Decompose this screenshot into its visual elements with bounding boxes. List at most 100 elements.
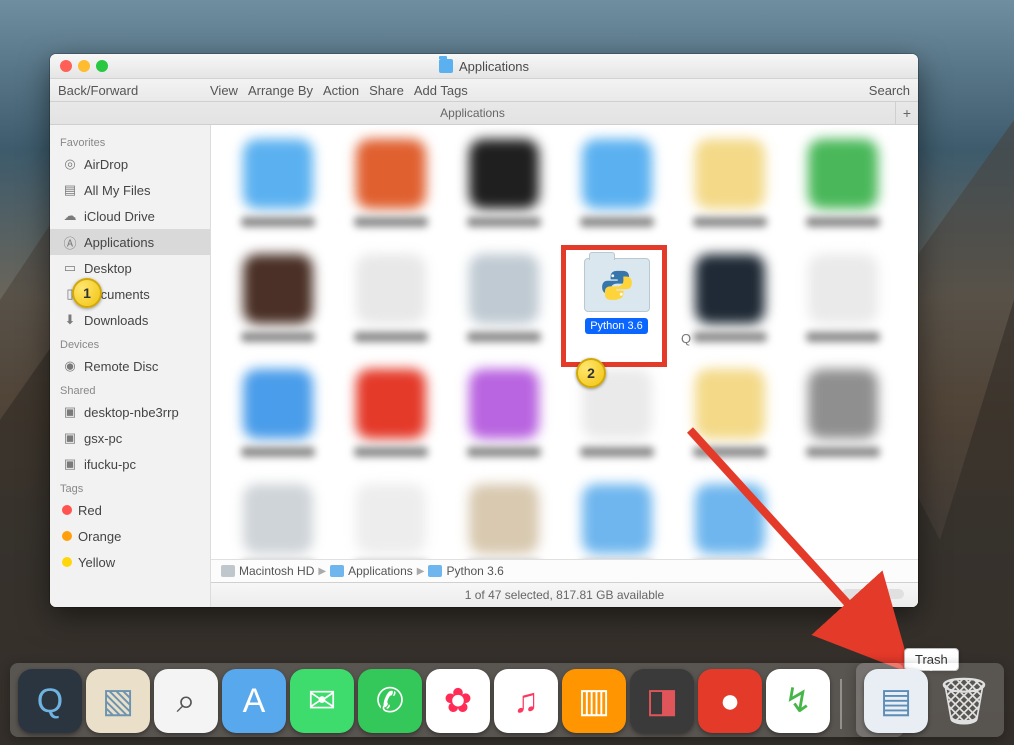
dock-item-photo-booth[interactable]: ◨ <box>630 669 694 733</box>
sidebar-item-applications[interactable]: ⒶApplications <box>50 229 210 255</box>
sidebar-header-devices: Devices <box>50 337 210 353</box>
blurred-app-icon <box>808 369 878 439</box>
blurred-app-icon <box>695 139 765 209</box>
path-segment[interactable]: Applications <box>348 564 413 578</box>
sidebar-item-remote-disc[interactable]: ◉Remote Disc <box>50 353 210 379</box>
blurred-app-label <box>241 217 315 227</box>
action-button[interactable]: Action <box>323 83 359 98</box>
app-item-blurred[interactable] <box>447 135 560 250</box>
app-item-blurred[interactable] <box>560 135 673 250</box>
sidebar-header-tags: Tags <box>50 481 210 497</box>
blurred-app-icon <box>243 484 313 554</box>
content-area: Python 3.6Q Macintosh HD ▶ Applications … <box>211 125 918 607</box>
app-item-blurred[interactable] <box>560 365 673 480</box>
app-item-blurred[interactable] <box>447 480 560 559</box>
path-segment[interactable]: Macintosh HD <box>239 564 314 578</box>
new-tab-button[interactable]: + <box>895 102 918 124</box>
view-button[interactable]: View <box>210 83 238 98</box>
add-tags-button[interactable]: Add Tags <box>414 83 468 98</box>
sidebar-item-icloud-drive[interactable]: ☁iCloud Drive <box>50 203 210 229</box>
zoom-knob[interactable] <box>860 586 878 604</box>
dock-item-facetime[interactable]: ✆ <box>358 669 422 733</box>
app-item-blurred[interactable] <box>560 480 673 559</box>
sidebar-item-desktop[interactable]: ▭Desktop <box>50 255 210 281</box>
dock-item-photos[interactable]: ✿ <box>426 669 490 733</box>
app-item-blurred[interactable] <box>334 480 447 559</box>
dock-item-ibooks[interactable]: ▥ <box>562 669 626 733</box>
blurred-app-label <box>806 332 880 342</box>
blurred-app-icon <box>356 254 426 324</box>
window-title-text: Applications <box>459 59 529 74</box>
sidebar-item-tag-yellow[interactable]: Yellow <box>50 549 210 575</box>
app-item-blurred[interactable] <box>673 135 786 250</box>
app-item-blurred[interactable] <box>673 365 786 480</box>
share-button[interactable]: Share <box>369 83 404 98</box>
app-item-blurred[interactable] <box>334 250 447 365</box>
tag-dot-icon <box>62 531 72 541</box>
disc-icon: ◉ <box>62 358 78 374</box>
path-segment[interactable]: Python 3.6 <box>446 564 503 578</box>
blurred-app-label <box>241 447 315 457</box>
pc-icon: ▣ <box>62 404 78 420</box>
dock-item-itunes[interactable]: ♫ <box>494 669 558 733</box>
back-forward-button[interactable]: Back/Forward <box>58 83 138 98</box>
app-item-blurred[interactable] <box>221 480 334 559</box>
sidebar-item-downloads[interactable]: ⬇Downloads <box>50 307 210 333</box>
sidebar-item-label: Yellow <box>78 555 115 570</box>
search-button[interactable]: Search <box>869 83 910 98</box>
app-item-blurred[interactable] <box>673 250 786 365</box>
sidebar-item-shared-pc[interactable]: ▣ifucku-pc <box>50 451 210 477</box>
dock-item-downloads-stack[interactable]: ▤ <box>864 669 928 733</box>
app-item-blurred[interactable] <box>334 365 447 480</box>
blurred-app-icon <box>356 369 426 439</box>
close-button[interactable] <box>60 60 72 72</box>
titlebar[interactable]: Applications <box>50 54 918 79</box>
dock-item-xcode[interactable]: A <box>222 669 286 733</box>
dock-item-screen-recorder[interactable]: ● <box>698 669 762 733</box>
sidebar-item-shared-pc[interactable]: ▣ desktop-nbe3rrp <box>50 399 210 425</box>
tab-applications[interactable]: Applications <box>50 106 895 120</box>
maximize-button[interactable] <box>96 60 108 72</box>
app-item-blurred[interactable] <box>221 135 334 250</box>
app-item-blurred[interactable] <box>221 365 334 480</box>
minimize-button[interactable] <box>78 60 90 72</box>
dock-separator <box>840 679 842 729</box>
blurred-app-icon <box>356 139 426 209</box>
dock-item-preview-pdf[interactable]: ⌕ <box>154 669 218 733</box>
app-item-blurred[interactable] <box>786 135 899 250</box>
sidebar-item-all-my-files[interactable]: ▤All My Files <box>50 177 210 203</box>
dock-item-uninstaller[interactable]: ↯ <box>766 669 830 733</box>
chevron-right-icon: ▶ <box>318 566 326 577</box>
dock-item-photos-stack[interactable]: ▧ <box>86 669 150 733</box>
sidebar-item-label: desktop-nbe3rrp <box>84 405 179 420</box>
app-item-blurred[interactable] <box>334 135 447 250</box>
app-item-python[interactable]: Python 3.6 <box>560 250 673 365</box>
sidebar-item-shared-pc[interactable]: ▣gsx-pc <box>50 425 210 451</box>
app-item-blurred[interactable] <box>221 250 334 365</box>
dock-item-quicktime[interactable]: Q <box>18 669 82 733</box>
path-bar: Macintosh HD ▶ Applications ▶ Python 3.6 <box>211 559 918 582</box>
blurred-app-label <box>467 332 541 342</box>
app-item-blurred[interactable] <box>673 480 786 559</box>
blurred-app-label <box>354 332 428 342</box>
tab-bar: Applications + <box>50 102 918 125</box>
app-item-blurred[interactable] <box>447 365 560 480</box>
desktop-background: Applications Back/Forward View Arrange B… <box>0 0 1014 745</box>
icon-grid[interactable]: Python 3.6Q <box>211 125 918 559</box>
dock-item-messages[interactable]: ✉ <box>290 669 354 733</box>
dock-item-trash[interactable]: 🗑 <box>932 669 996 733</box>
sidebar-item-tag-red[interactable]: Red <box>50 497 210 523</box>
blurred-app-icon <box>582 139 652 209</box>
all-my-files-icon: ▤ <box>62 182 78 198</box>
chevron-right-icon: ▶ <box>417 566 425 577</box>
zoom-slider[interactable] <box>842 589 904 599</box>
sidebar-item-airdrop[interactable]: ◎AirDrop <box>50 151 210 177</box>
sidebar-item-tag-orange[interactable]: Orange <box>50 523 210 549</box>
app-item-label: Python 3.6 <box>585 318 648 334</box>
blurred-app-icon <box>243 369 313 439</box>
dock: Q▧⌕A✉✆✿♫▥◨●↯ <box>10 663 904 737</box>
app-item-blurred[interactable] <box>786 365 899 480</box>
arrange-by-button[interactable]: Arrange By <box>248 83 313 98</box>
app-item-blurred[interactable] <box>786 250 899 365</box>
app-item-blurred[interactable] <box>447 250 560 365</box>
